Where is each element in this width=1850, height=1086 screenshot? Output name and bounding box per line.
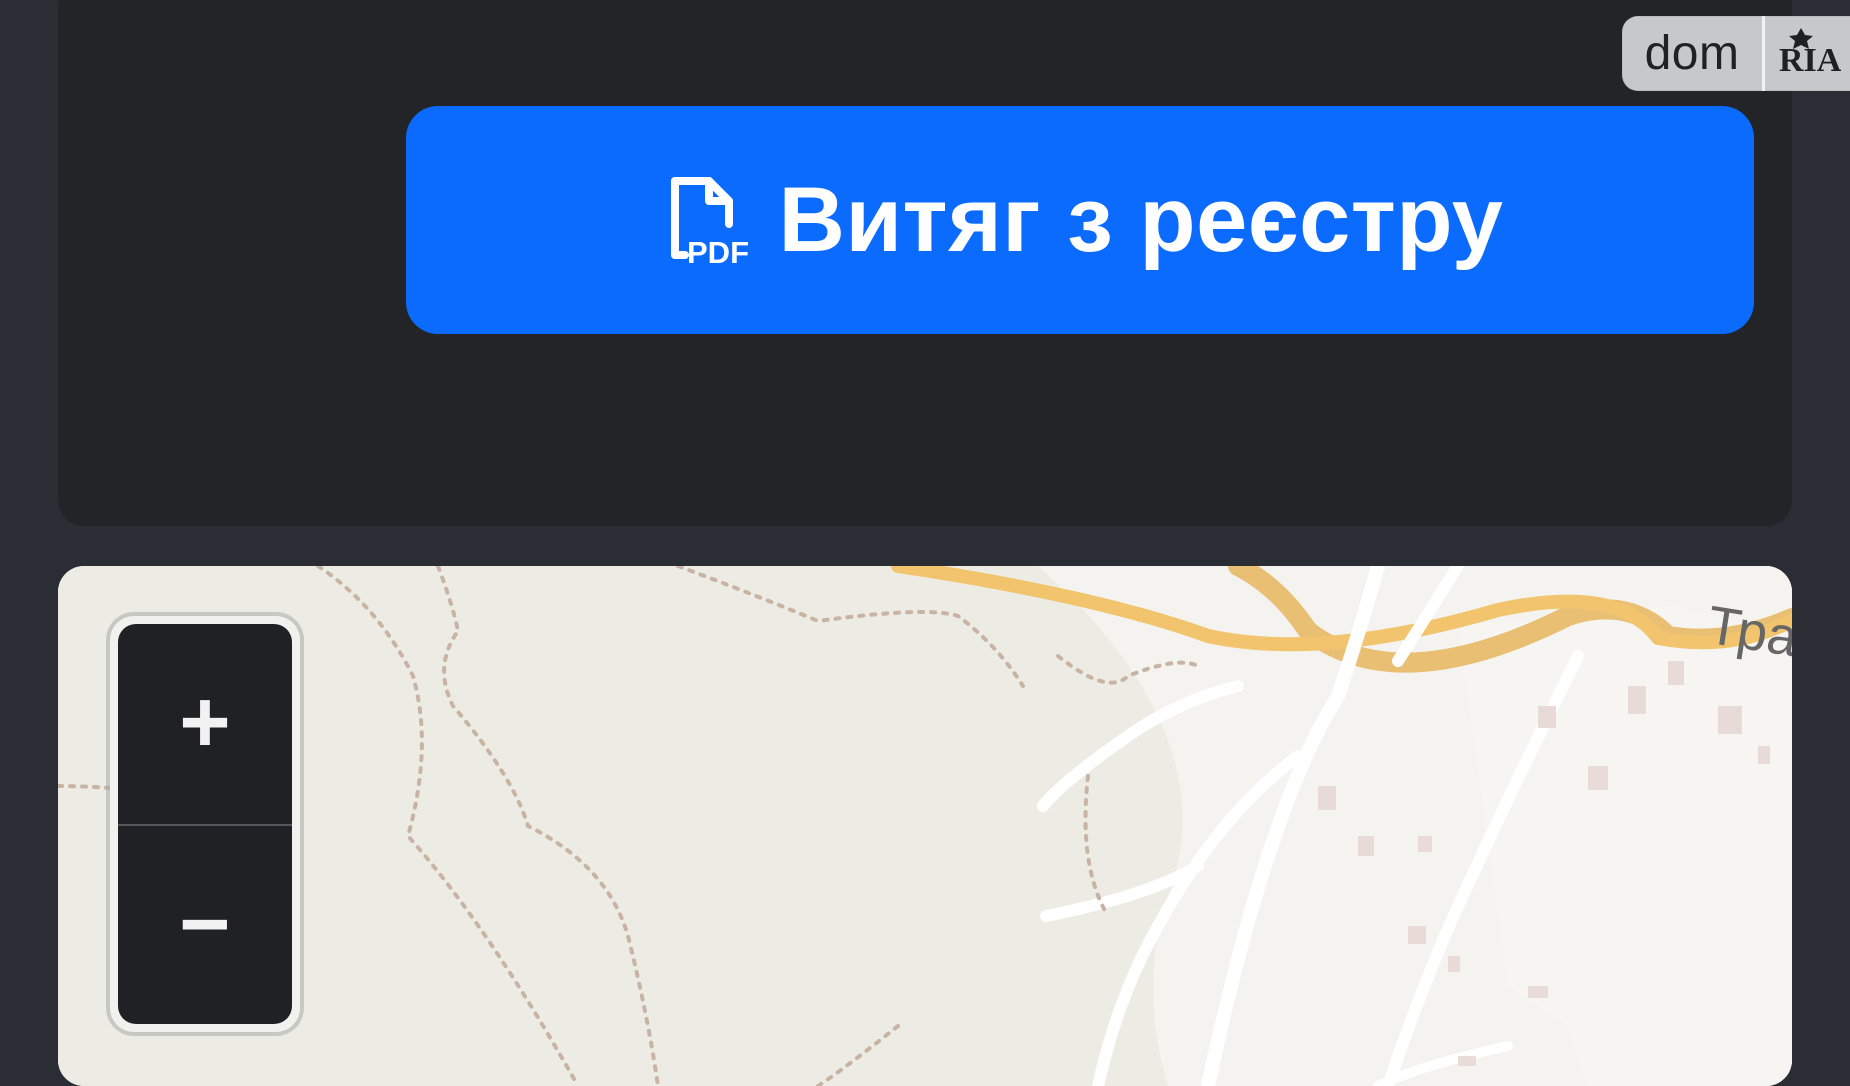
- plus-icon: +: [179, 672, 231, 771]
- registry-extract-button[interactable]: PDF Витяг з реєстру: [406, 106, 1754, 334]
- brand-badge: dom RIA: [1622, 16, 1850, 91]
- brand-dom-text: dom: [1644, 27, 1740, 80]
- pdf-badge-text: PDF: [687, 235, 749, 270]
- pdf-file-icon: PDF: [657, 169, 755, 271]
- zoom-in-button[interactable]: +: [118, 624, 292, 824]
- brand-divider: [1762, 16, 1765, 91]
- minus-icon: −: [179, 874, 231, 973]
- document-card: dom RIA PDF Витяг з реєстру: [58, 0, 1850, 526]
- registry-button-label: Витяг з реєстру: [778, 169, 1504, 271]
- ria-logo-icon: RIA: [1765, 16, 1850, 91]
- zoom-controls: + −: [110, 616, 300, 1032]
- map-view[interactable]: Тра + −: [58, 566, 1792, 1086]
- brand-ria-text: RIA: [1779, 42, 1842, 79]
- map-canvas: [58, 566, 1792, 1086]
- zoom-controls-inner: + −: [118, 624, 292, 1024]
- zoom-out-button[interactable]: −: [118, 826, 292, 1024]
